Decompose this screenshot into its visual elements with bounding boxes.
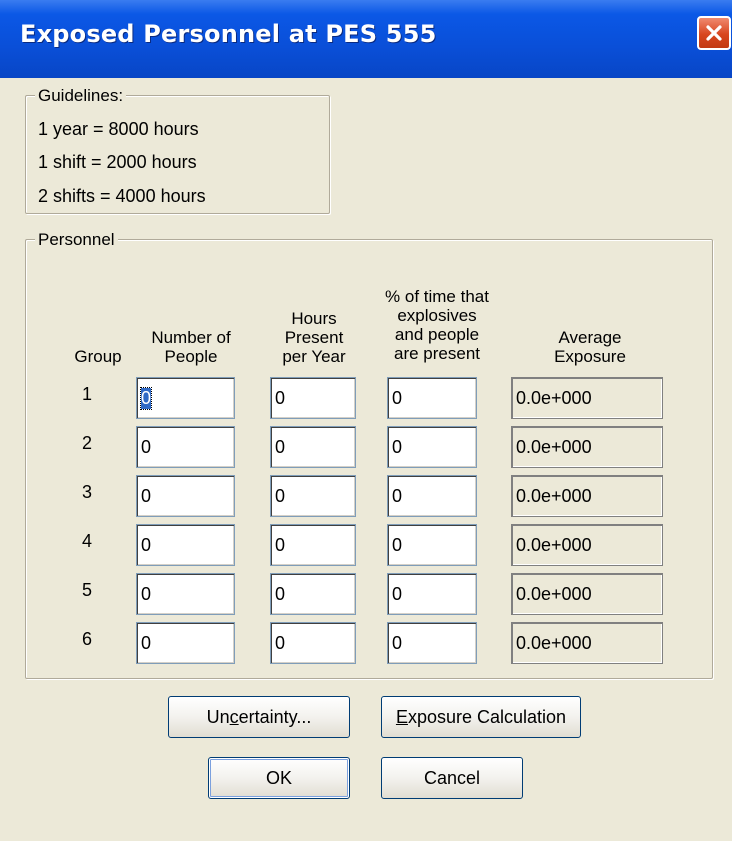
header-percent-line-2: explosives bbox=[397, 306, 477, 325]
header-percent: % of time that explosives and people are… bbox=[372, 287, 502, 363]
guideline-year: 1 year = 8000 hours bbox=[38, 119, 199, 139]
hours-input[interactable]: 0 bbox=[270, 524, 356, 566]
group-number: 4 bbox=[81, 531, 92, 551]
percent-input[interactable]: 0 bbox=[387, 524, 477, 566]
percent-input[interactable]: 0 bbox=[387, 377, 477, 419]
title-bar[interactable]: Exposed Personnel at PES 555 bbox=[0, 0, 732, 78]
percent-input-value: 0 bbox=[392, 485, 403, 506]
group-number: 6 bbox=[81, 629, 92, 649]
guideline-two-shifts: 2 shifts = 4000 hours bbox=[38, 186, 206, 206]
header-percent-line-1: % of time that bbox=[385, 287, 489, 306]
exposure-output-value: 0.0e+000 bbox=[516, 387, 592, 408]
percent-input-value: 0 bbox=[392, 436, 403, 457]
hours-input-value: 0 bbox=[275, 632, 286, 653]
header-people-line-1: Number of bbox=[151, 328, 231, 347]
exposure-output: 0.0e+000 bbox=[511, 426, 663, 468]
people-input-value: 0 bbox=[141, 632, 152, 653]
personnel-legend: Personnel bbox=[35, 230, 118, 250]
uncertainty-button[interactable]: Un c ertainty... bbox=[168, 696, 350, 738]
people-input[interactable]: 0 bbox=[136, 524, 235, 566]
cancel-button[interactable]: Cancel bbox=[381, 757, 523, 799]
exposure-output: 0.0e+000 bbox=[511, 573, 663, 615]
header-percent-line-4: are present bbox=[394, 344, 480, 363]
ok-button[interactable]: OK bbox=[208, 757, 350, 799]
hours-input[interactable]: 0 bbox=[270, 622, 356, 664]
group-number: 5 bbox=[81, 580, 92, 600]
ok-label: OK bbox=[265, 767, 292, 788]
hours-input-value: 0 bbox=[275, 436, 286, 457]
close-icon bbox=[706, 25, 722, 41]
guideline-shift: 1 shift = 2000 hours bbox=[38, 152, 197, 172]
people-input-value: 0 bbox=[139, 386, 153, 410]
window-title: Exposed Personnel at PES 555 bbox=[20, 20, 437, 48]
exposure-output-value: 0.0e+000 bbox=[516, 485, 592, 506]
cancel-label: Cancel bbox=[423, 767, 481, 788]
people-input-value: 0 bbox=[141, 534, 152, 555]
people-input[interactable]: 0 bbox=[136, 377, 235, 419]
uncertainty-label-post: ertainty... bbox=[238, 706, 312, 727]
people-input-value: 0 bbox=[141, 583, 152, 604]
header-group: Group bbox=[68, 347, 128, 366]
exposure-output-value: 0.0e+000 bbox=[516, 583, 592, 604]
header-people-line-2: People bbox=[164, 347, 218, 366]
exposure-calc-accelerator: E bbox=[395, 706, 408, 727]
header-hours-line-3: per Year bbox=[282, 347, 346, 366]
hours-input[interactable]: 0 bbox=[270, 475, 356, 517]
hours-input[interactable]: 0 bbox=[270, 573, 356, 615]
header-hours: Hours Present per Year bbox=[266, 309, 362, 366]
header-group-label: Group bbox=[74, 347, 122, 366]
group-number: 1 bbox=[81, 384, 92, 404]
percent-input-value: 0 bbox=[392, 583, 403, 604]
percent-input[interactable]: 0 bbox=[387, 622, 477, 664]
exposure-calculation-button[interactable]: Exposure Calculation bbox=[381, 696, 581, 738]
exposure-output: 0.0e+000 bbox=[511, 622, 663, 664]
people-input-value: 0 bbox=[141, 436, 152, 457]
group-number: 3 bbox=[81, 482, 92, 502]
exposure-calc-label-post: xposure Calculation bbox=[407, 706, 567, 727]
header-people: Number of People bbox=[136, 328, 246, 366]
percent-input-value: 0 bbox=[392, 387, 403, 408]
percent-input[interactable]: 0 bbox=[387, 573, 477, 615]
people-input[interactable]: 0 bbox=[136, 426, 235, 468]
people-input[interactable]: 0 bbox=[136, 573, 235, 615]
close-button[interactable] bbox=[697, 16, 731, 50]
exposure-output-value: 0.0e+000 bbox=[516, 436, 592, 457]
exposure-output-value: 0.0e+000 bbox=[516, 534, 592, 555]
exposure-output: 0.0e+000 bbox=[511, 524, 663, 566]
uncertainty-label-pre: Un bbox=[206, 706, 230, 727]
group-number: 2 bbox=[81, 433, 92, 453]
percent-input-value: 0 bbox=[392, 632, 403, 653]
header-hours-line-1: Hours bbox=[291, 309, 337, 328]
people-input[interactable]: 0 bbox=[136, 475, 235, 517]
hours-input-value: 0 bbox=[275, 485, 286, 506]
percent-input[interactable]: 0 bbox=[387, 426, 477, 468]
exposure-output: 0.0e+000 bbox=[511, 377, 663, 419]
header-hours-line-2: Present bbox=[284, 328, 344, 347]
people-input-value: 0 bbox=[141, 485, 152, 506]
percent-input-value: 0 bbox=[392, 534, 403, 555]
hours-input-value: 0 bbox=[275, 387, 286, 408]
header-exposure-line-2: Exposure bbox=[554, 347, 626, 366]
hours-input-value: 0 bbox=[275, 534, 286, 555]
header-percent-line-3: and people bbox=[394, 325, 480, 344]
guidelines-legend: Guidelines: bbox=[35, 86, 127, 106]
header-exposure-line-1: Average bbox=[558, 328, 622, 347]
exposure-output: 0.0e+000 bbox=[511, 475, 663, 517]
exposure-output-value: 0.0e+000 bbox=[516, 632, 592, 653]
people-input[interactable]: 0 bbox=[136, 622, 235, 664]
percent-input[interactable]: 0 bbox=[387, 475, 477, 517]
hours-input[interactable]: 0 bbox=[270, 426, 356, 468]
exposed-personnel-dialog: Exposed Personnel at PES 555 Guidelines:… bbox=[0, 0, 732, 841]
header-exposure: Average Exposure bbox=[520, 328, 660, 366]
hours-input-value: 0 bbox=[275, 583, 286, 604]
hours-input[interactable]: 0 bbox=[270, 377, 356, 419]
uncertainty-accelerator: c bbox=[229, 706, 239, 727]
